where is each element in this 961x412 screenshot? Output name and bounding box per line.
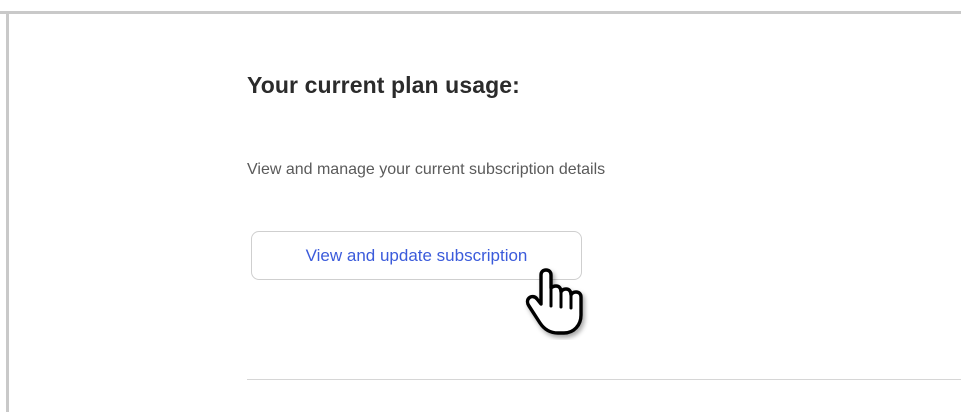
subscription-description: View and manage your current subscriptio… xyxy=(247,161,606,178)
section-divider xyxy=(247,379,961,380)
plan-usage-heading: Your current plan usage: xyxy=(247,72,520,98)
panel-left-border xyxy=(6,11,9,412)
hand-pointer-icon xyxy=(525,268,583,335)
panel-top-border xyxy=(0,11,961,14)
